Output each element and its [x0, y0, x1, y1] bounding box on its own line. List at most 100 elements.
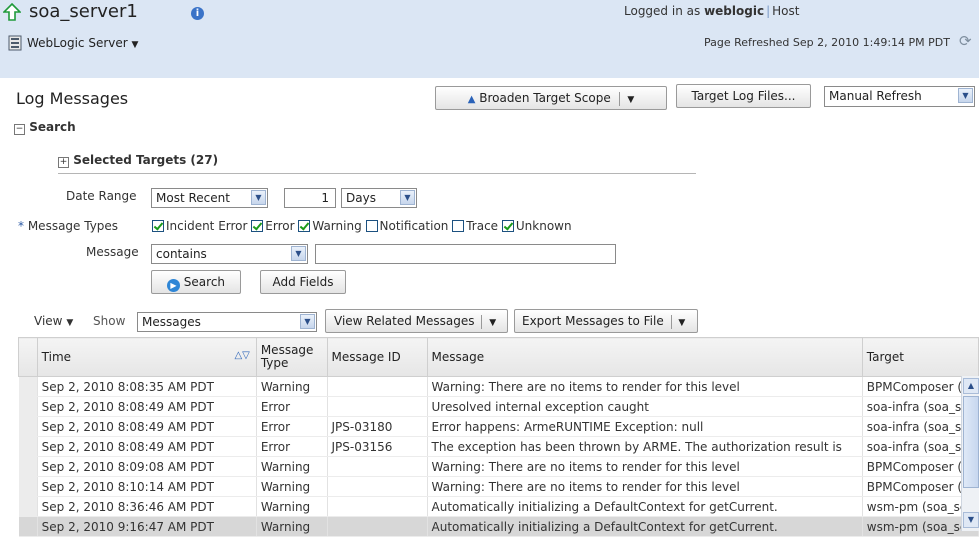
cell-time: Sep 2, 2010 8:08:49 AM PDT	[37, 436, 257, 457]
message-operator-select[interactable]: contains ▼	[151, 244, 308, 264]
cell-type: Warning	[256, 496, 328, 517]
type-label: Unknown	[515, 219, 572, 233]
refresh-mode-value: Manual Refresh	[829, 89, 922, 103]
table-row[interactable]: Sep 2, 2010 8:08:49 AM PDT Error Uresolved…	[18, 396, 979, 417]
scroll-up-icon[interactable]: ▲	[963, 378, 979, 394]
section-divider	[58, 173, 696, 174]
checkbox-unknown[interactable]: Unknown	[501, 219, 572, 233]
host-link[interactable]: Host	[772, 4, 799, 18]
checkbox-warning[interactable]: Warning	[298, 219, 362, 233]
checkbox-icon[interactable]	[251, 220, 264, 232]
type-label: Error	[265, 219, 295, 233]
cell-message: The exception has been thrown by ARME. T…	[427, 436, 863, 457]
search-button[interactable]: ▶ Search	[151, 270, 241, 294]
refresh-mode-select[interactable]: Manual Refresh ▼	[824, 86, 975, 107]
cell-id	[327, 396, 428, 417]
checkbox-icon[interactable]	[298, 220, 311, 232]
date-count-input[interactable]: 1	[284, 188, 336, 208]
view-related-messages-button[interactable]: View Related Messages ▼	[325, 309, 508, 333]
vertical-scrollbar[interactable]: ▲ ▼	[961, 376, 979, 531]
dropdown-arrow-icon: ▼	[291, 246, 306, 261]
export-messages-button[interactable]: Export Messages to File ▼	[514, 309, 698, 333]
row-header[interactable]	[18, 496, 38, 517]
row-header[interactable]	[18, 436, 38, 457]
row-header[interactable]	[18, 456, 38, 477]
column-header-message[interactable]: Message	[426, 337, 863, 377]
cell-message: Automatically initializing a DefaultCont…	[427, 496, 863, 517]
server-icon	[8, 35, 22, 51]
up-arrow-icon[interactable]	[3, 3, 21, 21]
checkbox-icon[interactable]	[365, 220, 378, 232]
dropdown-arrow-icon: ▼	[400, 190, 415, 205]
info-icon[interactable]: i	[191, 7, 204, 20]
cell-message: Warning: There are no items to render fo…	[427, 376, 863, 397]
cell-time: Sep 2, 2010 8:10:14 AM PDT	[37, 476, 257, 497]
user-name[interactable]: weblogic	[704, 4, 764, 18]
checkbox-trace[interactable]: Trace	[452, 219, 498, 233]
row-header-corner	[18, 337, 38, 377]
column-header-id[interactable]: Message ID	[326, 337, 428, 377]
target-log-files-button[interactable]: Target Log Files...	[676, 84, 811, 108]
table-row[interactable]: Sep 2, 2010 9:16:47 AM PDT Warning Automat…	[18, 516, 979, 537]
sort-icon[interactable]: △▽	[234, 350, 249, 361]
show-label: Show	[93, 314, 126, 328]
chevron-down-icon: ▼	[66, 318, 74, 328]
table-row[interactable]: Sep 2, 2010 8:08:49 AM PDT Error JPS-03156…	[18, 436, 979, 457]
table-row[interactable]: Sep 2, 2010 8:36:46 AM PDT Warning Automat…	[18, 496, 979, 517]
checkbox-icon[interactable]	[501, 220, 514, 232]
date-range-select[interactable]: Most Recent ▼	[151, 188, 268, 208]
row-header[interactable]	[18, 416, 38, 437]
view-menu-label: View	[34, 314, 63, 328]
row-header[interactable]	[18, 376, 38, 397]
chevron-down-icon: ▼	[131, 40, 139, 50]
date-unit-select[interactable]: Days ▼	[341, 188, 417, 208]
broaden-scope-button[interactable]: ▲ Broaden Target Scope ▼	[435, 86, 667, 110]
table-row[interactable]: Sep 2, 2010 8:08:49 AM PDT Error JPS-03180…	[18, 416, 979, 437]
checkbox-icon[interactable]	[452, 220, 465, 232]
table-row[interactable]: Sep 2, 2010 8:08:35 AM PDT Warning Warning…	[18, 376, 979, 397]
cell-type: Error	[256, 396, 328, 417]
search-heading: Search	[29, 120, 76, 134]
message-types-text: Message Types	[27, 219, 119, 233]
message-text-input[interactable]	[315, 244, 616, 264]
show-select[interactable]: Messages ▼	[137, 312, 317, 332]
checkbox-notification[interactable]: Notification	[365, 219, 448, 233]
row-header[interactable]	[18, 396, 38, 417]
selected-targets-toggle[interactable]: + Selected Targets (27)	[58, 153, 218, 168]
row-header[interactable]	[18, 516, 38, 537]
dropdown-arrow-icon: ▼	[958, 88, 973, 103]
add-fields-button[interactable]: Add Fields	[260, 270, 346, 294]
login-info: Logged in as weblogic | Host	[624, 4, 800, 18]
cell-type: Warning	[256, 456, 328, 477]
broaden-scope-label: Broaden Target Scope	[479, 91, 611, 105]
view-menu[interactable]: View ▼	[34, 314, 73, 328]
cell-message: Warning: There are no items to render fo…	[427, 456, 863, 477]
cell-time: Sep 2, 2010 8:09:08 AM PDT	[37, 456, 257, 477]
column-header-target[interactable]: Target	[861, 337, 979, 377]
column-label: Time	[41, 350, 72, 364]
message-operator-value: contains	[156, 247, 207, 261]
weblogic-server-menu[interactable]: WebLogic Server ▼	[27, 36, 138, 50]
scroll-down-icon[interactable]: ▼	[963, 512, 979, 528]
date-unit-value: Days	[346, 191, 376, 205]
checkbox-error[interactable]: Error	[251, 219, 295, 233]
table-row[interactable]: Sep 2, 2010 8:09:08 AM PDT Warning Warning…	[18, 456, 979, 477]
scroll-thumb[interactable]	[963, 396, 979, 488]
cell-id	[327, 376, 428, 397]
refresh-icon[interactable]: ⟳	[959, 32, 972, 50]
checkbox-icon[interactable]	[152, 220, 164, 232]
export-label: Export Messages to File	[522, 314, 664, 328]
type-label: Warning	[312, 219, 362, 233]
row-header[interactable]	[18, 476, 38, 497]
table-row[interactable]: Sep 2, 2010 8:10:14 AM PDT Warning Warning…	[18, 476, 979, 497]
server-title: soa_server1	[29, 1, 138, 22]
collapse-icon: −	[14, 124, 25, 135]
search-section-toggle[interactable]: − Search	[14, 120, 76, 135]
checkbox-incident-error[interactable]: Incident Error	[152, 219, 247, 233]
cell-time: Sep 2, 2010 8:08:49 AM PDT	[37, 396, 257, 417]
column-header-type[interactable]: Message Type	[255, 337, 328, 377]
column-header-time[interactable]: Time △▽	[36, 337, 257, 377]
view-related-label: View Related Messages	[334, 314, 475, 328]
type-label: Incident Error	[166, 219, 248, 233]
page-title: Log Messages	[16, 89, 129, 108]
